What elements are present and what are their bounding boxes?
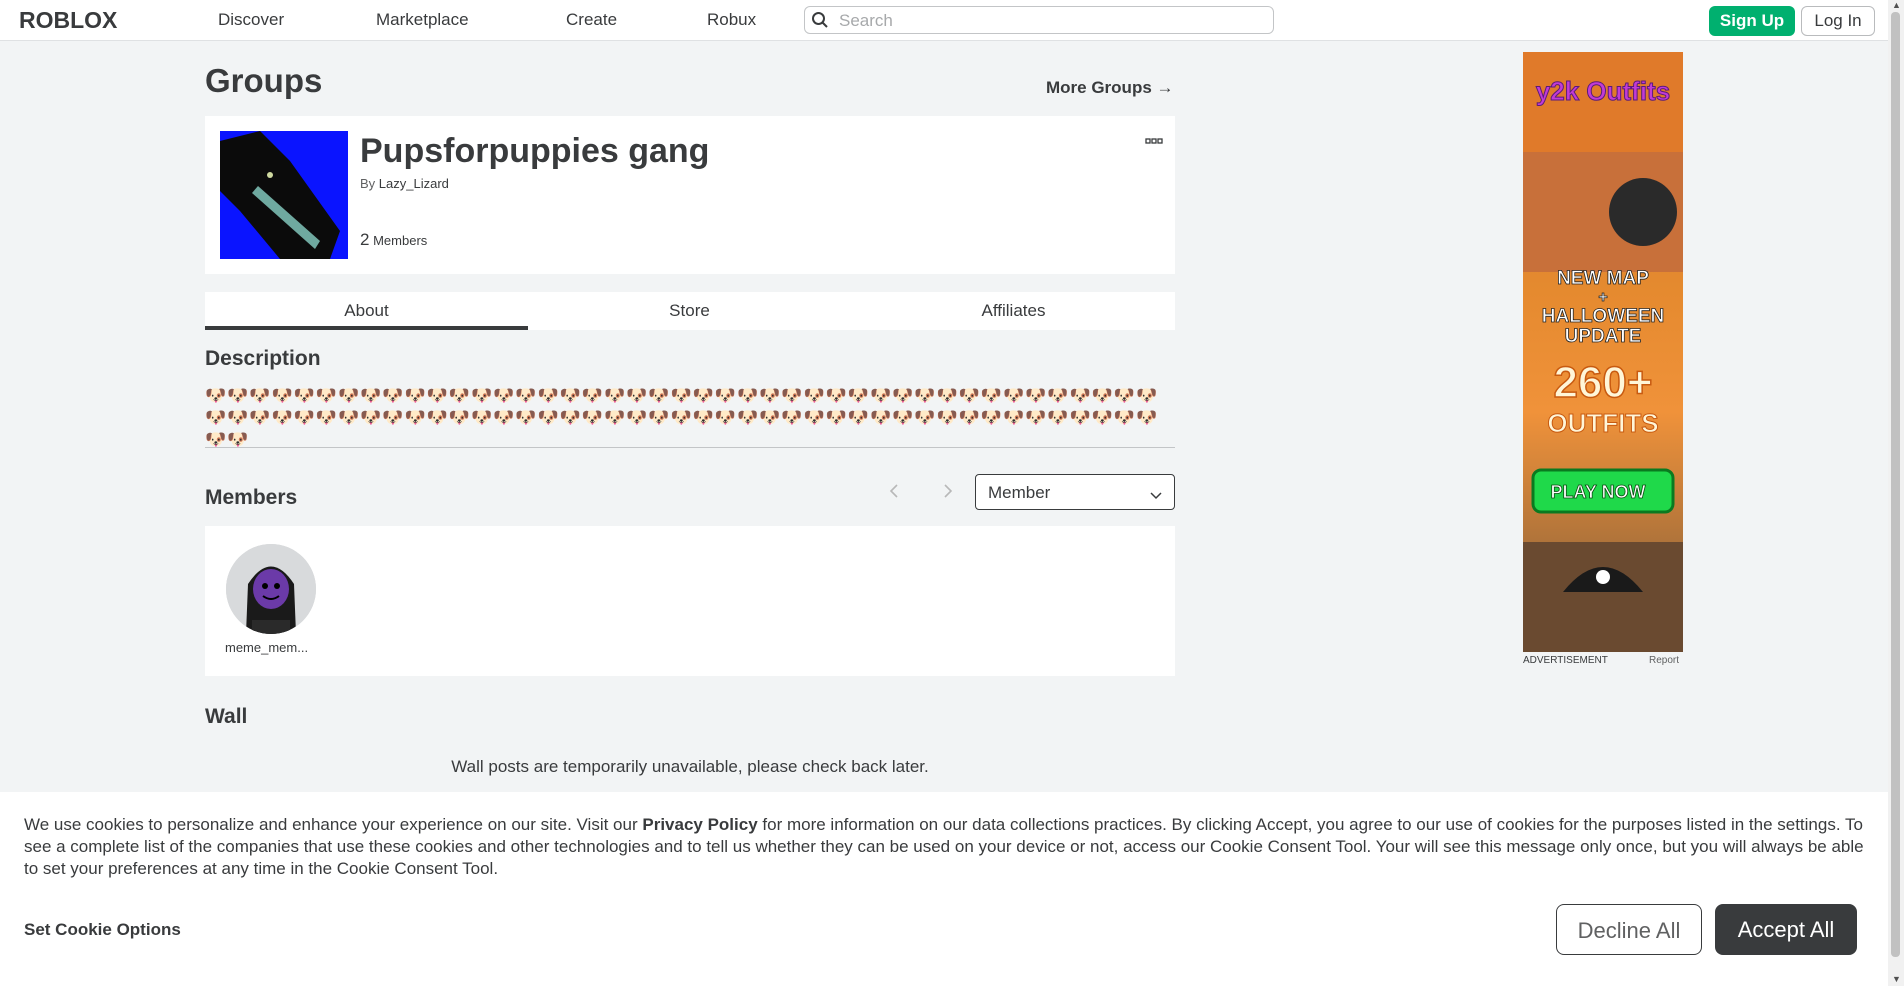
member-count-value: 2	[360, 230, 370, 249]
ad-label: ADVERTISEMENT	[1523, 655, 1608, 666]
nav-marketplace[interactable]: Marketplace	[376, 10, 469, 30]
ellipsis-icon	[1145, 138, 1163, 144]
accept-all-button[interactable]: Accept All	[1715, 904, 1857, 955]
decline-all-button[interactable]: Decline All	[1556, 904, 1702, 955]
wall-heading: Wall	[205, 705, 248, 728]
svg-text:PLAY NOW: PLAY NOW	[1550, 482, 1645, 502]
cookie-consent-banner: We use cookies to personalize and enhanc…	[0, 792, 1888, 986]
scroll-down-arrow-icon[interactable]: ▼	[1892, 974, 1901, 984]
nav-robux[interactable]: Robux	[707, 10, 756, 30]
ad-report-link[interactable]: Report	[1649, 655, 1679, 666]
group-emblem[interactable]	[220, 131, 348, 259]
cookie-consent-text: We use cookies to personalize and enhanc…	[24, 814, 1869, 880]
svg-text:HALLOWEEN: HALLOWEEN	[1542, 306, 1664, 327]
members-prev-page-icon[interactable]	[888, 482, 900, 505]
scrollbar-thumb[interactable]	[1891, 12, 1900, 957]
chevron-down-icon	[1150, 487, 1162, 505]
tab-store[interactable]: Store	[528, 292, 851, 330]
scroll-up-arrow-icon[interactable]: ▲	[1892, 0, 1901, 10]
group-member-count: 2 Members	[360, 230, 427, 250]
svg-text:ROBLOX: ROBLOX	[19, 7, 118, 33]
description-heading: Description	[205, 347, 321, 370]
ad-creative: y2k Outfits NEW MAP + HALLOWEEN UPDATE 2…	[1523, 52, 1683, 652]
search-box[interactable]	[804, 6, 1274, 34]
cookie-text-part1: We use cookies to personalize and enhanc…	[24, 815, 643, 834]
svg-text:+: +	[1598, 289, 1607, 306]
svg-text:y2k Outfits: y2k Outfits	[1536, 76, 1670, 106]
privacy-policy-link[interactable]: Privacy Policy	[642, 815, 757, 834]
by-prefix: By	[360, 176, 376, 191]
member-count-label: Members	[373, 233, 428, 248]
members-heading: Members	[205, 486, 298, 509]
members-next-page-icon[interactable]	[942, 482, 954, 505]
roblox-logo-icon: ROBLOX	[19, 7, 118, 33]
wolf-emblem-icon	[220, 131, 348, 259]
search-icon	[811, 11, 829, 34]
top-navigation-bar: ROBLOX Discover Marketplace Create Robux…	[0, 0, 1888, 41]
member-avatar[interactable]	[226, 544, 316, 634]
set-cookie-options-link[interactable]: Set Cookie Options	[24, 920, 181, 940]
role-dropdown-value: Member	[988, 483, 1051, 502]
sign-up-button[interactable]: Sign Up	[1709, 6, 1795, 36]
page-scrollbar[interactable]: ▲ ▼	[1888, 0, 1904, 986]
member-name[interactable]: meme_mem...	[225, 640, 320, 655]
nav-create[interactable]: Create	[566, 10, 617, 30]
tab-about[interactable]: About	[205, 292, 528, 330]
advertisement-banner[interactable]: y2k Outfits NEW MAP + HALLOWEEN UPDATE 2…	[1523, 52, 1683, 652]
group-owner-link[interactable]: Lazy_Lizard	[379, 176, 449, 191]
group-options-menu[interactable]	[1145, 132, 1163, 148]
group-tabs: About Store Affiliates	[205, 292, 1175, 330]
log-in-button[interactable]: Log In	[1801, 6, 1875, 36]
search-input[interactable]	[837, 10, 1261, 32]
avatar-headshot-icon	[226, 544, 316, 634]
more-groups-link[interactable]: More Groups →	[1046, 78, 1174, 98]
tab-affiliates[interactable]: Affiliates	[852, 292, 1175, 330]
group-header-card: Pupsforpuppies gang By Lazy_Lizard 2 Mem…	[205, 116, 1175, 274]
members-list: meme_mem...	[205, 526, 1175, 676]
section-divider	[205, 447, 1175, 448]
svg-text:260+: 260+	[1553, 358, 1652, 407]
roblox-logo[interactable]: ROBLOX	[19, 7, 141, 33]
page-title: Groups	[205, 62, 323, 99]
description-text: 🐶🐶🐶🐶🐶🐶🐶🐶🐶🐶🐶🐶🐶🐶🐶🐶🐶🐶🐶🐶🐶🐶🐶🐶🐶🐶🐶🐶🐶🐶🐶🐶🐶🐶🐶🐶🐶🐶🐶🐶…	[205, 386, 1159, 449]
group-owner-line: By Lazy_Lizard	[360, 176, 449, 191]
nav-discover[interactable]: Discover	[218, 10, 284, 30]
svg-text:UPDATE: UPDATE	[1565, 326, 1642, 347]
group-name: Pupsforpuppies gang	[360, 132, 710, 170]
wall-unavailable-message: Wall posts are temporarily unavailable, …	[451, 757, 929, 776]
svg-text:NEW MAP: NEW MAP	[1557, 268, 1649, 289]
svg-text:OUTFITS: OUTFITS	[1547, 408, 1658, 438]
member-role-dropdown[interactable]: Member	[975, 474, 1175, 510]
